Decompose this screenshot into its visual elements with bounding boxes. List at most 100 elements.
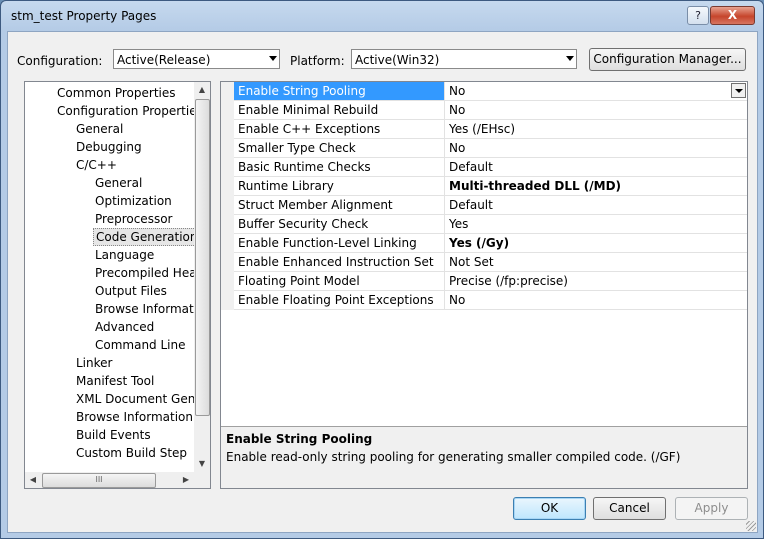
tree-item[interactable]: General	[74, 120, 125, 138]
property-row[interactable]: Buffer Security Check Yes	[221, 215, 747, 234]
scroll-down-icon[interactable]: ▼	[194, 456, 210, 472]
scroll-thumb[interactable]	[195, 99, 210, 416]
scroll-right-icon[interactable]: ▶	[178, 472, 194, 488]
property-value[interactable]: Multi-threaded DLL (/MD)	[445, 177, 747, 195]
tree-item[interactable]: Advanced	[93, 318, 156, 336]
tree-item[interactable]: Manifest Tool	[74, 372, 156, 390]
row-margin	[221, 120, 234, 139]
row-margin	[221, 215, 234, 234]
property-value[interactable]: Yes (/EHsc)	[445, 120, 747, 138]
property-name[interactable]: Enable Function-Level Linking	[234, 234, 445, 252]
row-margin	[221, 82, 234, 101]
chevron-down-icon	[269, 56, 277, 61]
tree-item[interactable]: General	[93, 174, 144, 192]
property-row[interactable]: Enable String Pooling No	[221, 82, 747, 101]
tree-item[interactable]: Language	[93, 246, 156, 264]
tree-horizontal-scrollbar[interactable]: ◀ III ▶	[25, 472, 194, 488]
configuration-label: Configuration:	[17, 54, 103, 68]
row-margin	[221, 253, 234, 272]
scroll-up-icon[interactable]: ▲	[194, 82, 210, 98]
row-margin	[221, 196, 234, 215]
resize-grip-icon[interactable]	[746, 521, 756, 531]
property-value[interactable]: No	[445, 82, 747, 100]
row-margin	[221, 234, 234, 253]
property-name[interactable]: Struct Member Alignment	[234, 196, 445, 214]
window-title: stm_test Property Pages	[11, 9, 157, 23]
platform-label: Platform:	[290, 54, 345, 68]
tree-item[interactable]: Browse Information	[74, 408, 195, 426]
property-name[interactable]: Enable String Pooling	[234, 82, 445, 100]
property-name[interactable]: Runtime Library	[234, 177, 445, 195]
row-margin	[221, 139, 234, 158]
property-row[interactable]: Enable Floating Point Exceptions No	[221, 291, 747, 310]
title-bar: stm_test Property Pages ? X	[1, 1, 763, 31]
configuration-manager-button[interactable]: Configuration Manager...	[589, 48, 746, 71]
property-name[interactable]: Buffer Security Check	[234, 215, 445, 233]
tree-item[interactable]: Optimization	[93, 192, 174, 210]
tree-vertical-scrollbar[interactable]: ▲ ▼	[194, 82, 210, 472]
ok-button[interactable]: OK	[513, 497, 586, 520]
cancel-button[interactable]: Cancel	[593, 497, 666, 520]
description-panel: Enable String Pooling Enable read-only s…	[221, 426, 747, 488]
tree-item[interactable]: Command Line	[93, 336, 188, 354]
property-value[interactable]: No	[445, 291, 747, 309]
tree-item[interactable]: Linker	[74, 354, 114, 372]
property-name[interactable]: Enable Enhanced Instruction Set	[234, 253, 445, 271]
property-name[interactable]: Smaller Type Check	[234, 139, 445, 157]
property-value[interactable]: Default	[445, 158, 747, 176]
dialog-client-area: Configuration: Active(Release) Platform:…	[7, 31, 758, 533]
property-name[interactable]: Basic Runtime Checks	[234, 158, 445, 176]
property-row[interactable]: Enable Enhanced Instruction Set Not Set	[221, 253, 747, 272]
property-row[interactable]: Enable Function-Level Linking Yes (/Gy)	[221, 234, 747, 253]
scrollbar-corner	[194, 472, 210, 488]
tree-item[interactable]: C/C++	[74, 156, 119, 174]
property-name[interactable]: Floating Point Model	[234, 272, 445, 290]
property-value[interactable]: No	[445, 139, 747, 157]
property-value[interactable]: Yes (/Gy)	[445, 234, 747, 252]
property-row[interactable]: Enable C++ Exceptions Yes (/EHsc)	[221, 120, 747, 139]
help-button[interactable]: ?	[687, 6, 709, 25]
configuration-value: Active(Release)	[117, 53, 211, 67]
description-text: Enable read-only string pooling for gene…	[226, 450, 681, 464]
property-tree[interactable]: Common Properties Configuration Propertie…	[24, 81, 211, 489]
row-margin	[221, 291, 234, 310]
tree-item[interactable]: Code Generation	[93, 228, 201, 246]
property-grid: Enable String Pooling No Enable Minimal Re…	[220, 81, 748, 489]
tree-item[interactable]: XML Document Genera	[74, 390, 210, 408]
property-row[interactable]: Runtime Library Multi-threaded DLL (/MD)	[221, 177, 747, 196]
property-row[interactable]: Smaller Type Check No	[221, 139, 747, 158]
property-value[interactable]: No	[445, 101, 747, 119]
row-margin	[221, 101, 234, 120]
property-row[interactable]: Basic Runtime Checks Default	[221, 158, 747, 177]
property-pages-window: stm_test Property Pages ? X Configuratio…	[0, 0, 764, 539]
tree-item[interactable]: Output Files	[93, 282, 169, 300]
close-button[interactable]: X	[710, 6, 755, 25]
row-margin	[221, 272, 234, 291]
property-name[interactable]: Enable C++ Exceptions	[234, 120, 445, 138]
property-value[interactable]: Yes	[445, 215, 747, 233]
property-name[interactable]: Enable Minimal Rebuild	[234, 101, 445, 119]
tree-item[interactable]: Common Properties	[55, 84, 178, 102]
platform-dropdown[interactable]: Active(Win32)	[351, 49, 577, 69]
scroll-left-icon[interactable]: ◀	[25, 472, 41, 488]
apply-button[interactable]: Apply	[675, 497, 748, 520]
tree-item[interactable]: Configuration Properties	[55, 102, 205, 120]
property-row[interactable]: Floating Point Model Precise (/fp:precise…	[221, 272, 747, 291]
property-name[interactable]: Enable Floating Point Exceptions	[234, 291, 445, 309]
property-row[interactable]: Struct Member Alignment Default	[221, 196, 747, 215]
tree-item[interactable]: Custom Build Step	[74, 444, 189, 462]
scroll-thumb-horizontal[interactable]: III	[42, 473, 156, 488]
tree-item[interactable]: Debugging	[74, 138, 144, 156]
tree-item[interactable]: Preprocessor	[93, 210, 174, 228]
tree-item[interactable]: Build Events	[74, 426, 153, 444]
row-margin	[221, 177, 234, 196]
platform-value: Active(Win32)	[355, 53, 440, 67]
chevron-down-icon[interactable]	[731, 83, 746, 98]
property-row[interactable]: Enable Minimal Rebuild No	[221, 101, 747, 120]
description-title: Enable String Pooling	[226, 432, 373, 446]
property-value[interactable]: Precise (/fp:precise)	[445, 272, 747, 290]
configuration-dropdown[interactable]: Active(Release)	[113, 49, 280, 69]
property-value[interactable]: Not Set	[445, 253, 747, 271]
chevron-down-icon	[566, 56, 574, 61]
property-value[interactable]: Default	[445, 196, 747, 214]
